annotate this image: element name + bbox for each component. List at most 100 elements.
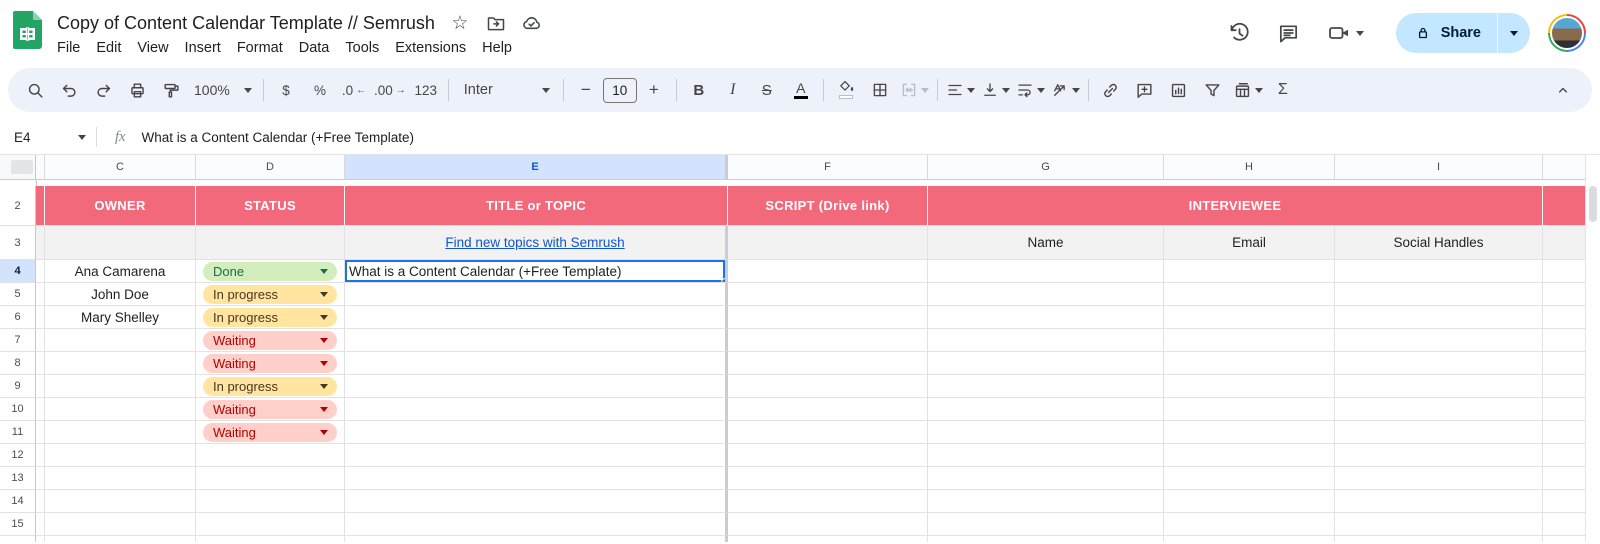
cell-H13[interactable] — [1164, 467, 1335, 490]
cell-H12[interactable] — [1164, 444, 1335, 467]
text-rotation-button[interactable] — [1048, 75, 1083, 105]
cell-H7[interactable] — [1164, 329, 1335, 352]
cell-G16[interactable] — [928, 536, 1164, 542]
cell-J14[interactable] — [1543, 490, 1586, 513]
cell-I13[interactable] — [1335, 467, 1543, 490]
column-header-hidden[interactable] — [36, 155, 45, 180]
row-header-6[interactable]: 6 — [0, 306, 36, 329]
increase-font-size-button[interactable]: + — [637, 75, 671, 105]
meet-caret-icon[interactable] — [1355, 30, 1364, 36]
menu-data[interactable]: Data — [291, 37, 338, 59]
cell-J5[interactable] — [1543, 283, 1586, 306]
cell-D7-status[interactable]: Waiting — [196, 329, 345, 352]
decrease-font-size-button[interactable]: − — [569, 75, 603, 105]
cell-J4[interactable] — [1543, 260, 1586, 283]
cell-E6-title[interactable] — [345, 306, 728, 329]
cell-F6[interactable] — [728, 306, 928, 329]
column-header-H[interactable]: H — [1164, 155, 1335, 180]
cell-B3[interactable] — [36, 226, 45, 260]
column-header-F[interactable]: F — [728, 155, 928, 180]
cell-B2[interactable] — [36, 186, 45, 226]
cell-D10-status[interactable]: Waiting — [196, 398, 345, 421]
row-header-14[interactable]: 14 — [0, 490, 36, 513]
status-chip-waiting[interactable]: Waiting — [203, 399, 337, 419]
comments-icon[interactable] — [1269, 13, 1309, 53]
text-wrap-button[interactable] — [1013, 75, 1048, 105]
cell-J2[interactable] — [1543, 186, 1586, 226]
cell-J8[interactable] — [1543, 352, 1586, 375]
cell-H6[interactable] — [1164, 306, 1335, 329]
strikethrough-button[interactable]: S — [750, 75, 784, 105]
cell-E14-title[interactable] — [345, 490, 728, 513]
status-chip-progress[interactable]: In progress — [203, 376, 337, 396]
cell-G15[interactable] — [928, 513, 1164, 536]
cell-E5-title[interactable] — [345, 283, 728, 306]
cell-B11[interactable] — [36, 421, 45, 444]
cell-J11[interactable] — [1543, 421, 1586, 444]
cell-C7-owner[interactable] — [45, 329, 196, 352]
cell-B9[interactable] — [36, 375, 45, 398]
cell-D4-status[interactable]: Done — [196, 260, 345, 283]
cell-H9[interactable] — [1164, 375, 1335, 398]
cell-C5-owner[interactable]: John Doe — [45, 283, 196, 306]
cell-G8[interactable] — [928, 352, 1164, 375]
cell-G14[interactable] — [928, 490, 1164, 513]
cell-F5[interactable] — [728, 283, 928, 306]
cell-I12[interactable] — [1335, 444, 1543, 467]
row-header-5[interactable]: 5 — [0, 283, 36, 306]
row-header-15[interactable]: 15 — [0, 513, 36, 536]
cell-F9[interactable] — [728, 375, 928, 398]
cell-I9[interactable] — [1335, 375, 1543, 398]
cell-J3[interactable] — [1543, 226, 1586, 260]
cell-J15[interactable] — [1543, 513, 1586, 536]
row-header-16[interactable] — [0, 536, 36, 542]
cell-J10[interactable] — [1543, 398, 1586, 421]
cell-I5[interactable] — [1335, 283, 1543, 306]
decrease-decimal-button[interactable]: .0 ← — [337, 75, 371, 105]
cell-D16[interactable] — [196, 536, 345, 542]
cell-B8[interactable] — [36, 352, 45, 375]
insert-chart-button[interactable] — [1162, 75, 1196, 105]
cell-E8-title[interactable] — [345, 352, 728, 375]
cell-F8[interactable] — [728, 352, 928, 375]
cell-E12-title[interactable] — [345, 444, 728, 467]
insert-comment-button[interactable] — [1128, 75, 1162, 105]
font-family-selector[interactable]: Inter — [454, 75, 558, 105]
cell-E11-title[interactable] — [345, 421, 728, 444]
cell-H10[interactable] — [1164, 398, 1335, 421]
vertical-align-button[interactable] — [978, 75, 1013, 105]
cell-J16[interactable] — [1543, 536, 1586, 542]
meet-call-button[interactable] — [1319, 21, 1372, 45]
cell-F4[interactable] — [728, 260, 928, 283]
move-folder-icon[interactable] — [485, 12, 507, 34]
share-button[interactable]: Share — [1396, 13, 1497, 53]
name-box[interactable]: E4 — [0, 130, 96, 145]
functions-button[interactable]: Σ — [1266, 75, 1300, 105]
cell-D15-status[interactable] — [196, 513, 345, 536]
account-avatar[interactable] — [1548, 14, 1586, 52]
row-header-2[interactable]: 2 — [0, 186, 36, 226]
cell-G5[interactable] — [928, 283, 1164, 306]
cell-D8-status[interactable]: Waiting — [196, 352, 345, 375]
row-header-8[interactable]: 8 — [0, 352, 36, 375]
cell-B7[interactable] — [36, 329, 45, 352]
status-chip-progress[interactable]: In progress — [203, 307, 337, 327]
cell-G9[interactable] — [928, 375, 1164, 398]
cell-G11[interactable] — [928, 421, 1164, 444]
cell-C2-owner[interactable]: OWNER — [45, 186, 196, 226]
cell-B10[interactable] — [36, 398, 45, 421]
google-sheets-logo[interactable] — [13, 11, 42, 49]
semrush-topics-link[interactable]: Find new topics with Semrush — [445, 235, 624, 250]
text-color-button[interactable]: A — [784, 75, 818, 105]
cell-B14[interactable] — [36, 490, 45, 513]
cell-D13-status[interactable] — [196, 467, 345, 490]
create-filter-button[interactable] — [1196, 75, 1230, 105]
format-percent-button[interactable]: % — [303, 75, 337, 105]
column-header-G[interactable]: G — [928, 155, 1164, 180]
cell-C11-owner[interactable] — [45, 421, 196, 444]
cell-G4[interactable] — [928, 260, 1164, 283]
cell-F10[interactable] — [728, 398, 928, 421]
cell-I6[interactable] — [1335, 306, 1543, 329]
column-header-E[interactable]: E — [345, 155, 728, 180]
menu-edit[interactable]: Edit — [88, 37, 129, 59]
